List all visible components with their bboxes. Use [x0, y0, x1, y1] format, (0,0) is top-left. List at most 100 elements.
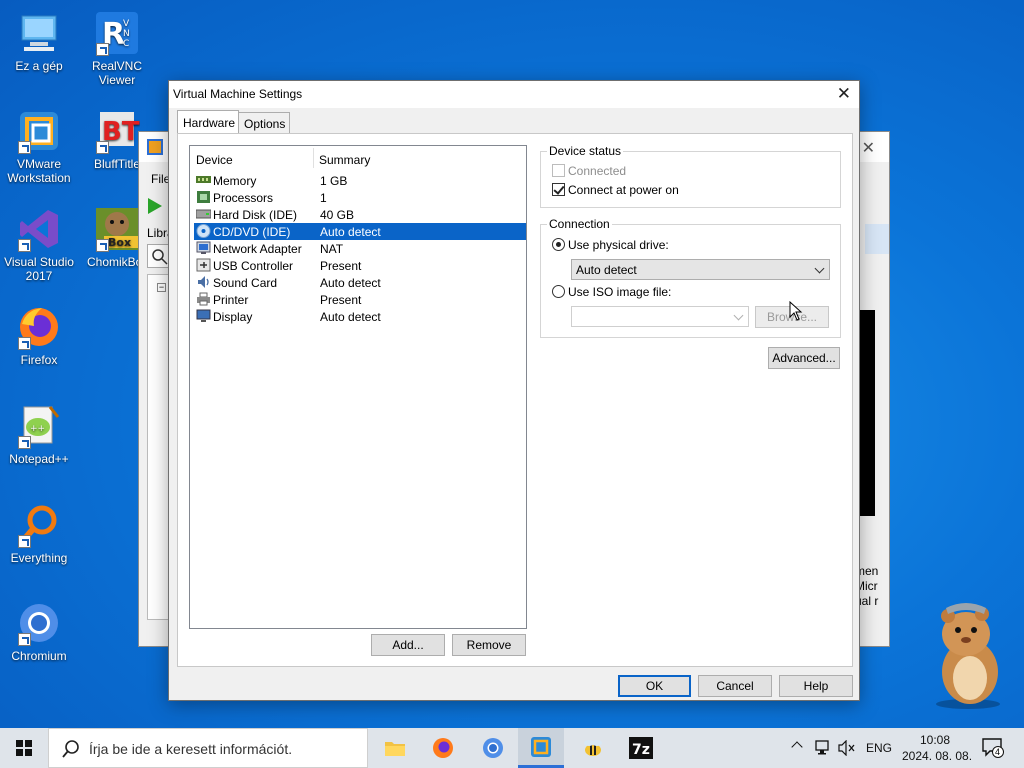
- speaker-icon: [196, 275, 211, 289]
- taskbar-search-box[interactable]: Írja be ide a keresett információt.: [48, 728, 368, 768]
- everything-search-icon: [16, 502, 62, 548]
- 7zip-icon: 7z: [629, 737, 653, 759]
- desktop-icon-chromium[interactable]: Chromium: [1, 600, 77, 663]
- desktop-icon-this-pc[interactable]: Ez a gép: [1, 10, 77, 73]
- vmware-icon: [16, 108, 62, 154]
- device-summary: NAT: [320, 242, 344, 256]
- device-row-usb-controller[interactable]: USB Controller Present: [194, 257, 526, 274]
- desktop-icon-label: VMware Workstation: [7, 157, 71, 185]
- network-icon[interactable]: [815, 740, 833, 756]
- device-status-label: Device status: [547, 144, 624, 158]
- add-device-button[interactable]: Add...: [371, 634, 445, 656]
- power-on-icon[interactable]: [148, 198, 162, 214]
- realvnc-icon: RVNC: [94, 10, 140, 56]
- desktop-icon-firefox[interactable]: Firefox: [1, 304, 77, 367]
- taskbar-chromium[interactable]: [470, 728, 516, 768]
- taskbar-vmware[interactable]: [518, 728, 564, 768]
- taskbar-firefox[interactable]: [420, 728, 466, 768]
- use-iso-image-radio[interactable]: [552, 285, 565, 298]
- ok-button[interactable]: OK: [618, 675, 691, 697]
- device-row-cd-dvd[interactable]: CD/DVD (IDE) Auto detect: [194, 223, 526, 240]
- device-column-header[interactable]: Device: [196, 153, 233, 167]
- desktop-icon-label: Visual Studio 2017: [4, 255, 74, 283]
- device-name: CD/DVD (IDE): [213, 225, 291, 239]
- desktop-icon-visual-studio[interactable]: Visual Studio 2017: [1, 206, 77, 283]
- desktop-icon-vmware[interactable]: VMware Workstation: [1, 108, 77, 185]
- firefox-icon: [16, 304, 62, 350]
- device-row-sound-card[interactable]: Sound Card Auto detect: [194, 274, 526, 291]
- usb-icon: [196, 258, 211, 272]
- device-name: Network Adapter: [213, 242, 302, 256]
- desktop-icon-everything[interactable]: Everything: [1, 502, 77, 565]
- desktop-icon-label: Everything: [10, 551, 68, 565]
- remove-device-button[interactable]: Remove: [452, 634, 526, 656]
- physical-drive-select[interactable]: Auto detect: [571, 259, 830, 280]
- summary-column-header[interactable]: Summary: [319, 153, 370, 167]
- device-list-header: Device Summary: [190, 146, 526, 170]
- desktop-icon-realvnc[interactable]: RVNC RealVNC Viewer: [79, 10, 155, 87]
- network-adapter-icon: [196, 241, 211, 255]
- taskbar: Írja be ide a keresett információt. 7z E…: [0, 728, 1024, 768]
- tab-options[interactable]: Options: [238, 112, 290, 134]
- taskbar-7zip[interactable]: 7z: [618, 728, 664, 768]
- cd-dvd-icon: [196, 224, 211, 238]
- device-row-processors[interactable]: Processors 1: [194, 189, 526, 206]
- device-list[interactable]: Device Summary Memory 1 GB Processors 1 …: [189, 145, 527, 629]
- device-summary: 40 GB: [320, 208, 355, 222]
- device-status-group: Device status Connected Connect at power…: [540, 144, 841, 208]
- connected-checkbox[interactable]: [552, 164, 565, 177]
- device-summary: Present: [320, 259, 362, 273]
- iso-image-select[interactable]: [571, 306, 749, 327]
- svg-text:C: C: [123, 39, 129, 49]
- shortcut-arrow-icon: [96, 43, 109, 56]
- processor-icon: [196, 190, 211, 204]
- advanced-button[interactable]: Advanced...: [768, 347, 840, 369]
- physical-drive-value: Auto detect: [576, 263, 637, 277]
- show-hidden-icons-chevron-icon[interactable]: [791, 741, 803, 753]
- bee-icon: [584, 740, 602, 756]
- desktop-icon-label: Notepad++: [9, 452, 69, 466]
- device-name: Sound Card: [213, 276, 278, 290]
- cancel-button[interactable]: Cancel: [698, 675, 772, 697]
- close-icon[interactable]: ✕: [862, 138, 875, 158]
- help-button[interactable]: Help: [779, 675, 853, 697]
- printer-icon: [196, 292, 211, 306]
- device-row-display[interactable]: Display Auto detect: [194, 308, 526, 325]
- device-name: Memory: [213, 174, 257, 188]
- memory-icon: [196, 173, 211, 187]
- monitor-icon: [196, 309, 211, 323]
- mouse-cursor-icon: [789, 300, 803, 321]
- notification-center-icon[interactable]: 4: [982, 738, 1004, 758]
- clock-date[interactable]: 2024. 08. 08.: [902, 749, 972, 763]
- device-summary: Auto detect: [320, 310, 381, 324]
- device-row-network-adapter[interactable]: Network Adapter NAT: [194, 240, 526, 257]
- use-physical-drive-radio[interactable]: [552, 238, 565, 251]
- device-row-printer[interactable]: Printer Present: [194, 291, 526, 308]
- tab-hardware[interactable]: Hardware: [177, 110, 239, 135]
- start-button[interactable]: [0, 728, 48, 768]
- device-row-hard-disk[interactable]: Hard Disk (IDE) 40 GB: [194, 206, 526, 223]
- volume-muted-icon[interactable]: [838, 740, 856, 756]
- close-icon[interactable]: ✕: [837, 84, 851, 104]
- use-iso-image-label: Use ISO image file:: [568, 285, 672, 299]
- hardware-tab-panel: Device Summary Memory 1 GB Processors 1 …: [177, 133, 853, 667]
- svg-text:++: ++: [30, 424, 45, 434]
- connect-at-power-on-label: Connect at power on: [568, 183, 679, 197]
- collapse-icon[interactable]: −: [157, 283, 166, 292]
- svg-text:Box: Box: [108, 236, 131, 249]
- desktop-icon-label: Chromium: [11, 649, 67, 663]
- taskbar-bee-app[interactable]: [570, 728, 616, 768]
- dialog-title: Virtual Machine Settings: [173, 87, 303, 101]
- computer-icon: [16, 10, 62, 56]
- shortcut-arrow-icon: [96, 141, 109, 154]
- firefox-icon: [433, 738, 453, 758]
- svg-text:N: N: [123, 29, 130, 39]
- device-row-memory[interactable]: Memory 1 GB: [194, 172, 526, 189]
- clock-time[interactable]: 10:08: [920, 733, 950, 747]
- input-language[interactable]: ENG: [866, 741, 892, 755]
- desktop-icon-notepadpp[interactable]: ++ Notepad++: [1, 403, 77, 466]
- shortcut-arrow-icon: [18, 633, 31, 646]
- connect-at-power-on-checkbox[interactable]: [552, 183, 565, 196]
- taskbar-file-explorer[interactable]: [372, 728, 418, 768]
- device-name: Display: [213, 310, 253, 324]
